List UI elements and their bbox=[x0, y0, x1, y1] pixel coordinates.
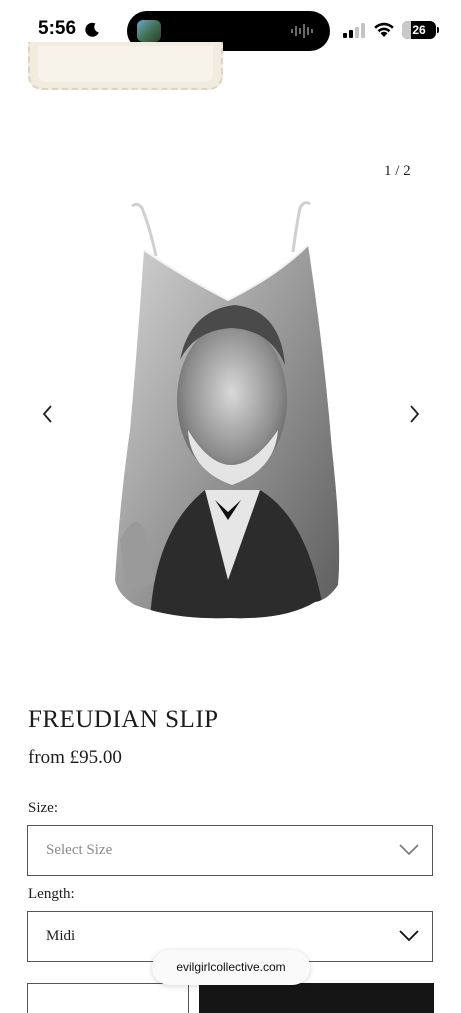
promo-banner-inner bbox=[38, 46, 213, 82]
length-select-value: Midi bbox=[46, 928, 76, 944]
add-to-cart-button[interactable] bbox=[199, 983, 434, 1013]
battery-fill bbox=[402, 21, 411, 39]
promo-banner[interactable] bbox=[28, 42, 223, 90]
chevron-right-icon[interactable] bbox=[404, 403, 424, 425]
size-label: Size: bbox=[28, 800, 58, 816]
audio-waveform-icon bbox=[291, 24, 313, 38]
size-select[interactable]: Select Size bbox=[27, 825, 433, 876]
product-title: FREUDIAN SLIP bbox=[28, 706, 219, 733]
cellular-signal-icon bbox=[343, 23, 365, 38]
browser-url-bar[interactable]: evilgirlcollective.com bbox=[152, 950, 310, 985]
chevron-left-icon[interactable] bbox=[38, 403, 58, 425]
now-playing-artwork bbox=[137, 20, 161, 42]
moon-icon bbox=[85, 22, 99, 37]
size-select-value: Select Size bbox=[46, 842, 113, 858]
battery-level: 26 bbox=[412, 23, 426, 37]
status-time: 5:56 bbox=[38, 18, 77, 39]
quantity-stepper[interactable] bbox=[27, 983, 189, 1013]
product-price: from £95.00 bbox=[28, 747, 122, 768]
wifi-icon bbox=[374, 22, 394, 37]
chevron-down-icon bbox=[399, 844, 419, 856]
length-label: Length: bbox=[28, 886, 75, 902]
product-image[interactable] bbox=[110, 200, 346, 625]
chevron-down-icon bbox=[399, 930, 419, 942]
gallery-counter: 1 / 2 bbox=[384, 163, 411, 179]
battery-indicator: 26 bbox=[402, 21, 439, 39]
